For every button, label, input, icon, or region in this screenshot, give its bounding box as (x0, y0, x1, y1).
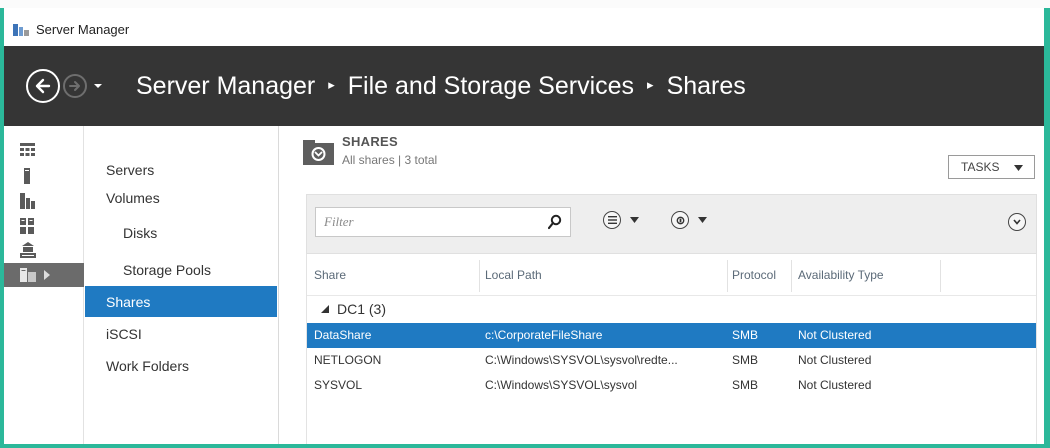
file-storage-services-icon (20, 268, 36, 282)
window-title: Server Manager (36, 21, 130, 37)
list-options-icon (603, 211, 621, 229)
breadcrumb: Server Manager ▸ File and Storage Servic… (136, 72, 746, 101)
cell-share: SYSVOL (314, 378, 363, 392)
group-label: DC1 (3) (337, 300, 387, 317)
breadcrumb-separator: ▸ (647, 77, 654, 92)
table-row[interactable]: SYSVOL C:\Windows\SYSVOL\sysvol SMB Not … (307, 373, 1036, 398)
dns-icon (20, 242, 36, 258)
table-header: Share Local Path Protocol Availability T… (307, 254, 1036, 296)
forward-button[interactable] (63, 74, 87, 98)
breadcrumb-file-storage-services[interactable]: File and Storage Services (348, 72, 634, 101)
cell-local-path: c:\CorporateFileShare (485, 328, 603, 342)
cell-share: DataShare (314, 328, 372, 342)
back-arrow-icon (35, 78, 51, 94)
cell-protocol: SMB (732, 353, 759, 367)
icon-rail (4, 126, 84, 444)
breadcrumb-separator: ▸ (328, 77, 335, 92)
chevron-right-icon (44, 270, 50, 280)
shares-count-label: All shares | 3 total (342, 153, 438, 167)
sidebar-item-iscsi[interactable]: iSCSI (85, 318, 277, 349)
chevron-down-icon (630, 217, 639, 223)
cell-share: NETLOGON (314, 353, 382, 367)
chevron-down-icon (1013, 219, 1021, 225)
shares-content: SHARES All shares | 3 total TASKS Filter (280, 126, 1044, 444)
query-icon (671, 211, 689, 229)
filter-input[interactable]: Filter (315, 207, 571, 237)
column-header-share[interactable]: Share (314, 268, 346, 282)
tasks-button[interactable]: TASKS (948, 155, 1035, 179)
column-divider (727, 260, 728, 292)
ad-ds-icon (20, 218, 34, 234)
shares-heading: SHARES (342, 134, 398, 149)
rail-all-servers[interactable] (4, 189, 84, 213)
group-header-dc1[interactable]: DC1 (3) (307, 296, 1036, 321)
filter-toolbar: Filter (306, 194, 1037, 254)
sidebar-item-shares[interactable]: Shares (85, 286, 277, 317)
breadcrumb-server-manager[interactable]: Server Manager (136, 72, 315, 101)
column-header-availability-type[interactable]: Availability Type (798, 268, 884, 282)
rail-ad-ds[interactable] (4, 214, 84, 238)
rail-dns[interactable] (4, 238, 84, 262)
rail-local-server[interactable] (4, 164, 84, 188)
column-divider (791, 260, 792, 292)
save-query-button[interactable] (671, 211, 707, 229)
column-divider (479, 260, 480, 292)
shares-table: Share Local Path Protocol Availability T… (306, 254, 1037, 444)
chevron-down-icon (94, 84, 102, 88)
local-server-icon (24, 168, 30, 184)
cell-availability-type: Not Clustered (798, 353, 872, 367)
rail-dashboard[interactable] (4, 138, 84, 162)
shares-tile-icon (303, 140, 334, 165)
column-header-protocol[interactable]: Protocol (732, 268, 776, 282)
cell-local-path: C:\Windows\SYSVOL\sysvol\redte... (485, 353, 678, 367)
cell-availability-type: Not Clustered (798, 378, 872, 392)
cell-availability-type: Not Clustered (798, 328, 872, 342)
cell-local-path: C:\Windows\SYSVOL\sysvol (485, 378, 638, 392)
back-button[interactable] (26, 69, 60, 103)
tasks-label: TASKS (961, 160, 1000, 174)
title-bar: Server Manager (4, 8, 1044, 46)
column-header-local-path[interactable]: Local Path (485, 268, 542, 282)
dashboard-icon (20, 143, 35, 156)
sidebar-item-work-folders[interactable]: Work Folders (85, 350, 277, 381)
cell-protocol: SMB (732, 328, 759, 342)
sidebar-item-disks[interactable]: Disks (85, 217, 277, 248)
sidebar-nav: Servers Volumes Disks Storage Pools Shar… (85, 126, 279, 444)
filter-placeholder: Filter (324, 214, 354, 229)
server-manager-app-icon (13, 22, 29, 36)
server-manager-window: Server Manager Server Manager ▸ File and… (4, 8, 1044, 444)
header-bar: Server Manager ▸ File and Storage Servic… (4, 46, 1044, 126)
cell-protocol: SMB (732, 378, 759, 392)
chevron-down-icon (698, 217, 707, 223)
sidebar-item-servers[interactable]: Servers (85, 154, 277, 185)
all-servers-icon (20, 193, 35, 209)
search-icon[interactable] (548, 214, 562, 230)
table-row[interactable]: DataShare c:\CorporateFileShare SMB Not … (307, 323, 1036, 348)
chevron-down-icon (1014, 165, 1023, 171)
sidebar-item-storage-pools[interactable]: Storage Pools (85, 254, 277, 285)
top-strip (0, 0, 1050, 8)
column-divider (940, 260, 941, 292)
collapse-triangle-icon (321, 304, 329, 313)
sidebar-item-volumes[interactable]: Volumes (85, 186, 277, 210)
breadcrumb-shares: Shares (666, 71, 746, 100)
navigation-history-dropdown[interactable] (93, 81, 103, 91)
table-row[interactable]: NETLOGON C:\Windows\SYSVOL\sysvol\redte.… (307, 348, 1036, 373)
forward-arrow-icon (69, 81, 80, 91)
list-options-button[interactable] (603, 211, 639, 229)
expand-collapse-button[interactable] (1008, 213, 1026, 231)
rail-file-storage-services[interactable] (4, 263, 84, 287)
